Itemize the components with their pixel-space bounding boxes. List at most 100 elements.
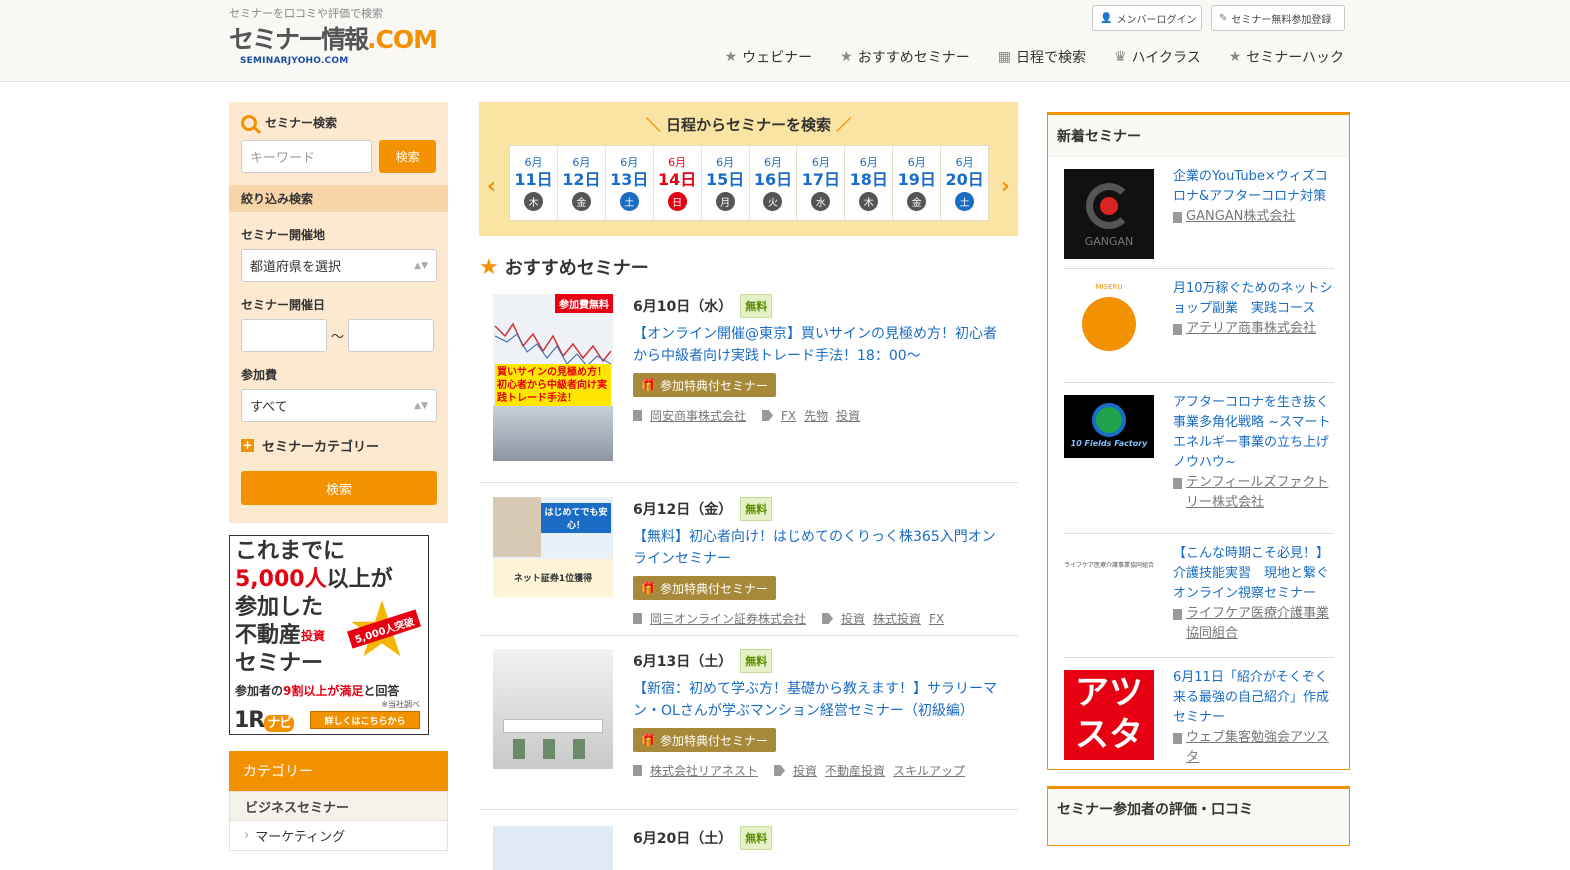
perk-label: 参加特典付セミナー bbox=[659, 378, 768, 393]
seminar-info: 6月20日（土） 無料 bbox=[633, 826, 1003, 850]
ad-line-2-rest: 以上が bbox=[326, 567, 393, 592]
seminar-logo-image[interactable]: アツスタ bbox=[1064, 670, 1154, 760]
new-seminar-title-link[interactable]: 6月11日「紹介がそくぞく来る最強の自己紹介」作成セミナー bbox=[1173, 668, 1334, 728]
category-item-marketing[interactable]: › マーケティング bbox=[229, 821, 448, 851]
nav-webinar[interactable]: ★ ウェビナー bbox=[725, 47, 813, 67]
tag-link[interactable]: 投資 bbox=[793, 762, 817, 779]
real-estate-ad-banner[interactable]: これまでに 5,000人以上が 参加した 不動産投資 セミナー 5,000人突破… bbox=[229, 535, 429, 735]
calendar-day[interactable]: 6月 17日水 bbox=[797, 146, 846, 220]
calendar-day[interactable]: 6月 11日木 bbox=[510, 146, 558, 220]
gift-icon: 🎁 bbox=[641, 733, 656, 747]
fee-select[interactable]: すべて ▲▼ bbox=[241, 389, 437, 422]
nav-seminar-hack[interactable]: ★ セミナーハック bbox=[1229, 47, 1344, 67]
category-item-label: マーケティング bbox=[255, 830, 346, 845]
category-toggle[interactable]: + セミナーカテゴリー bbox=[241, 436, 436, 455]
building-icon bbox=[1173, 324, 1182, 335]
logo-text: GANGAN bbox=[1084, 235, 1134, 248]
prefecture-select[interactable]: 都道府県を選択 ▲▼ bbox=[241, 249, 437, 282]
ad-line-4-small: 投資 bbox=[301, 629, 326, 643]
seminar-thumbnail[interactable]: はじめてでも安心！ ネット証券1位獲得 bbox=[493, 497, 613, 597]
day-month: 6月 bbox=[811, 156, 830, 169]
free-register-label: セミナー無料参加登録 bbox=[1231, 14, 1332, 26]
tag-link[interactable]: FX bbox=[929, 612, 944, 626]
company-link[interactable]: GANGAN株式会社 bbox=[1186, 207, 1295, 227]
new-seminar-title-link[interactable]: 【こんな時期こそ必見！】介護技能実習 現地と繋ぐオンライン視察セミナー bbox=[1173, 544, 1334, 604]
day-weekday: 土 bbox=[619, 192, 639, 211]
new-seminar-title-link[interactable]: 企業のYouTube×ウィズコロナ&アフターコロナ対策 bbox=[1173, 167, 1334, 207]
new-seminar-title-link[interactable]: アフターコロナを生き抜く事業多角化戦略 ~スマートエネルギー事業の立ち上げノウハ… bbox=[1173, 393, 1334, 473]
tag-link[interactable]: 投資 bbox=[841, 610, 865, 627]
calendar-day[interactable]: 6月 12日金 bbox=[558, 146, 606, 220]
member-login-label: メンバーログイン bbox=[1116, 14, 1197, 26]
seminar-logo-image[interactable]: GANGAN bbox=[1064, 169, 1154, 259]
main-content: ＼ 日程からセミナーを検索 ／ ‹ › 6月 11日木 6月 12日金 6月 13日土… bbox=[479, 102, 1018, 870]
seminar-title-link[interactable]: 【無料】初心者向け！はじめてのくりっく株365入門オンラインセミナー bbox=[633, 526, 1003, 570]
seminar-meta: 株式会社リアネスト 投資 不動産投資 スキルアップ bbox=[633, 762, 1003, 779]
slash-deco-icon: ／ bbox=[836, 116, 852, 134]
seminar-logo-image[interactable]: ライフケア医療介護事業協同組合 bbox=[1064, 546, 1154, 636]
keyword-search-button[interactable]: 検索 bbox=[379, 140, 436, 173]
company-link[interactable]: ライフケア医療介護事業協同組合 bbox=[1186, 604, 1334, 644]
nav-recommended[interactable]: ★ おすすめセミナー bbox=[840, 47, 970, 67]
free-badge: 無料 bbox=[740, 497, 773, 521]
logo-text: ライフケア医療介護事業協同組合 bbox=[1064, 562, 1154, 569]
search-button[interactable]: 検索 bbox=[241, 471, 437, 505]
ad-cta-button[interactable]: 詳しくはこちらから bbox=[310, 711, 420, 729]
seminar-date: 6月20日（土） bbox=[633, 831, 733, 847]
seminar-title-link[interactable]: 【オンライン開催@東京】買いサインの見極め方！初心者から中級者向け実践トレード手… bbox=[633, 323, 1003, 367]
seminar-logo-image[interactable]: 10 Fields Factory bbox=[1064, 395, 1154, 458]
prefecture-value: 都道府県を選択 bbox=[250, 260, 342, 275]
seminar-thumbnail[interactable] bbox=[493, 826, 613, 870]
tag-link[interactable]: FX bbox=[781, 409, 796, 423]
calendar-day[interactable]: 6月 19日金 bbox=[893, 146, 942, 220]
company-link[interactable]: テンフィールズファクトリー株式会社 bbox=[1186, 473, 1334, 513]
day-month: 6月 bbox=[668, 156, 687, 169]
reviews-title: セミナー参加者の評価・口コミ bbox=[1057, 802, 1253, 818]
tag-link[interactable]: 投資 bbox=[836, 407, 860, 424]
calendar-day[interactable]: 6月 15日月 bbox=[702, 146, 750, 220]
company-link[interactable]: ウェブ集客勉強会アツスタ bbox=[1186, 728, 1334, 768]
tag-link[interactable]: 不動産投資 bbox=[825, 762, 885, 779]
calendar-day[interactable]: 6月 16日火 bbox=[750, 146, 798, 220]
day-weekday: 土 bbox=[955, 192, 975, 211]
category-business[interactable]: ビジネスセミナー bbox=[229, 791, 448, 821]
seminar-date: 6月10日（水） bbox=[633, 299, 733, 315]
calendar-day[interactable]: 6月 18日木 bbox=[845, 146, 894, 220]
tag-link[interactable]: 株式投資 bbox=[873, 610, 921, 627]
member-login-button[interactable]: 👤 メンバーログイン bbox=[1092, 5, 1202, 31]
ad-logo-text: 1R bbox=[234, 708, 265, 733]
company-link[interactable]: 株式会社リアネスト bbox=[650, 762, 758, 779]
building-icon bbox=[1173, 609, 1182, 620]
calendar-prev-button[interactable]: ‹ bbox=[487, 174, 496, 199]
thumb-badge: はじめてでも安心！ bbox=[541, 503, 611, 533]
chair-image bbox=[513, 739, 525, 759]
date-to-input[interactable] bbox=[348, 319, 435, 352]
new-seminar-item: GANGAN 企業のYouTube×ウィズコロナ&アフターコロナ対策 GANGAN… bbox=[1064, 157, 1334, 269]
day-date: 18日 bbox=[849, 170, 888, 189]
nav-highclass[interactable]: ♛ ハイクラス bbox=[1114, 47, 1201, 67]
site-logo[interactable]: セミナー情報.COM SEMINARJYOHO.COM bbox=[229, 25, 438, 70]
seminar-thumbnail[interactable] bbox=[493, 649, 613, 769]
thumb-text: ネット証券1位獲得 bbox=[493, 559, 613, 597]
search-panel: セミナー検索 キーワード 検索 絞り込み検索 セミナー開催地 都道府県を選択 ▲▼… bbox=[229, 102, 448, 523]
calendar-day[interactable]: 6月 14日日 bbox=[654, 146, 702, 220]
perk-badge: 🎁 参加特典付セミナー bbox=[633, 576, 776, 600]
date-from-input[interactable] bbox=[241, 319, 327, 352]
free-register-button[interactable]: ✎ セミナー無料参加登録 bbox=[1211, 5, 1345, 31]
nav-schedule[interactable]: ▦ 日程で検索 bbox=[998, 47, 1086, 67]
day-weekday: 金 bbox=[907, 192, 927, 211]
keyword-input[interactable]: キーワード bbox=[241, 140, 373, 173]
tag-icon bbox=[762, 410, 774, 421]
company-link[interactable]: 岡三オンライン証券株式会社 bbox=[650, 610, 806, 627]
company-link[interactable]: 岡安商事株式会社 bbox=[650, 407, 746, 424]
tag-link[interactable]: スキルアップ bbox=[893, 762, 965, 779]
seminar-title-link[interactable]: 【新宿：初めて学ぶ方！基礎から教えます！】サラリーマン・OLさんが学ぶマンション… bbox=[633, 678, 1003, 722]
seminar-logo-image[interactable]: MISERU bbox=[1064, 281, 1154, 371]
company-link[interactable]: アテリア商事株式会社 bbox=[1186, 319, 1316, 339]
calendar-next-button[interactable]: › bbox=[1001, 174, 1010, 199]
new-seminar-title-link[interactable]: 月10万稼ぐためのネットショップ副業 実践コース bbox=[1173, 279, 1334, 319]
calendar-day[interactable]: 6月 13日土 bbox=[606, 146, 654, 220]
tag-link[interactable]: 先物 bbox=[804, 407, 828, 424]
calendar-day[interactable]: 6月 20日土 bbox=[941, 146, 988, 220]
seminar-thumbnail[interactable]: 参加費無料 買いサインの見極め方！初心者から中級者向け実践トレード手法！ bbox=[493, 294, 613, 461]
